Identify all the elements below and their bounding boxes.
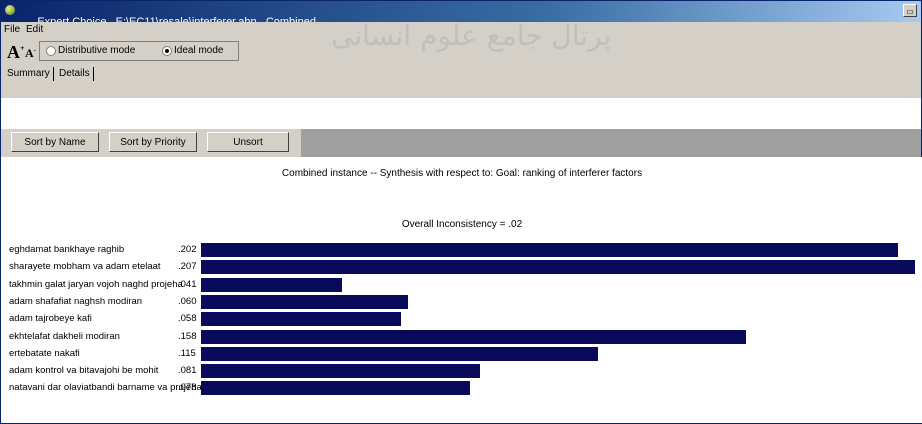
priority-bar bbox=[201, 381, 470, 396]
value-label: .041 bbox=[178, 278, 197, 290]
decrease-font-icon[interactable]: A- bbox=[25, 46, 36, 61]
menu-edit[interactable]: Edit bbox=[26, 24, 43, 35]
ideal-label: Ideal mode bbox=[174, 45, 224, 56]
category-label: ekhtelafat dakheli modiran bbox=[9, 330, 120, 342]
category-label: natavani dar olaviatbandi barname va pro… bbox=[9, 382, 202, 394]
mode-selector: Distributive mode Ideal mode bbox=[39, 41, 239, 61]
overall-inconsistency: Overall Inconsistency = .02 bbox=[401, 219, 523, 230]
category-label: adam shafafiat naghsh modiran bbox=[9, 295, 143, 307]
tab-summary[interactable]: Summary bbox=[7, 68, 50, 79]
expert-choice-window: Expert Choice E:\EC11\resale\interferer.… bbox=[0, 0, 922, 424]
value-label: .060 bbox=[178, 295, 197, 307]
category-label: adam tajrobeye kafi bbox=[9, 313, 92, 325]
category-label: eghdamat bankhaye raghib bbox=[9, 244, 125, 255]
menu-bar: File Edit bbox=[1, 22, 921, 38]
category-label: takhmin galat jaryan vojoh naghd projeha bbox=[9, 278, 183, 290]
category-label: ertebatate nakafi bbox=[9, 347, 80, 359]
toolbar: A+ A- Distributive mode Ideal mode Summa… bbox=[1, 38, 921, 98]
distributive-label: Distributive mode bbox=[58, 45, 136, 56]
unsort-button[interactable]: Unsort bbox=[207, 132, 289, 152]
value-label: .081 bbox=[178, 365, 197, 377]
priority-bar bbox=[201, 277, 342, 292]
restore-button[interactable]: ▭ bbox=[903, 4, 917, 17]
value-label: .158 bbox=[178, 330, 197, 342]
category-label: adam kontrol va bitavajohi be mohit bbox=[9, 365, 159, 377]
title-bar: Expert Choice E:\EC11\resale\interferer.… bbox=[1, 1, 921, 28]
tab-separator bbox=[93, 67, 94, 81]
ideal-radio[interactable] bbox=[162, 46, 172, 56]
distributive-radio[interactable] bbox=[46, 46, 56, 56]
priority-bar bbox=[201, 294, 408, 309]
synthesis-heading: Combined instance -- Synthesis with resp… bbox=[281, 168, 643, 179]
value-label: .207 bbox=[178, 261, 197, 273]
sort-by-priority-button[interactable]: Sort by Priority bbox=[109, 132, 197, 152]
priority-bar bbox=[201, 346, 598, 361]
sort-by-name-button[interactable]: Sort by Name bbox=[11, 132, 99, 152]
priority-bar bbox=[201, 260, 915, 275]
priority-bar bbox=[201, 364, 480, 379]
app-icon bbox=[5, 5, 15, 15]
priority-bar bbox=[201, 312, 401, 327]
priority-bar bbox=[201, 243, 898, 257]
value-label: .202 bbox=[178, 244, 197, 255]
tab-separator bbox=[53, 67, 54, 81]
value-label: .078 bbox=[178, 382, 197, 394]
value-label: .058 bbox=[178, 313, 197, 325]
tab-details[interactable]: Details bbox=[59, 68, 90, 79]
category-label: sharayete mobham va adam etelaat bbox=[9, 261, 161, 273]
priority-bar bbox=[201, 329, 746, 344]
value-label: .115 bbox=[178, 347, 196, 359]
menu-file[interactable]: File bbox=[4, 24, 20, 35]
increase-font-icon[interactable]: A+ bbox=[7, 42, 25, 63]
